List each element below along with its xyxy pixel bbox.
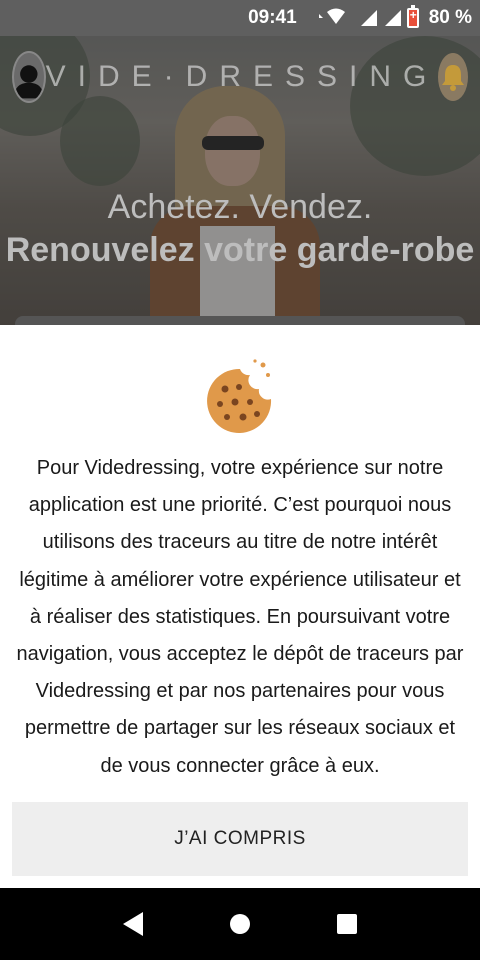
- cookie-notice-text: Pour Videdressing, votre expérience sur …: [16, 457, 464, 777]
- back-icon: [123, 912, 144, 936]
- tagline-line2: Renouvelez votre garde-robe: [5, 231, 475, 269]
- status-bar: 09:41 80 %: [0, 0, 480, 36]
- signal-icon: [360, 10, 377, 26]
- hero-tagline: Achetez. Vendez. Renouvelez votre garde-…: [0, 188, 480, 270]
- battery-percent: 80 %: [428, 7, 472, 28]
- wifi-icon: [318, 8, 345, 24]
- signal-icon-2: [384, 10, 401, 26]
- home-button[interactable]: [220, 904, 260, 944]
- brand-logo: VIDE·DRESSING: [45, 60, 439, 93]
- back-button[interactable]: [113, 904, 153, 944]
- cookie-consent-sheet: Pour Videdressing, votre expérience sur …: [0, 325, 480, 888]
- accept-cookies-button[interactable]: J’AI COMPRIS: [12, 802, 468, 876]
- home-icon: [229, 914, 250, 934]
- status-time: 09:41: [248, 7, 297, 28]
- app-header: VIDE·DRESSING: [12, 50, 468, 104]
- notifications-button[interactable]: [438, 53, 468, 101]
- status-icons: [315, 5, 423, 28]
- recents-icon: [336, 914, 357, 934]
- profile-button[interactable]: [12, 51, 46, 103]
- battery-icon: [406, 5, 419, 28]
- cookie-icon: [205, 357, 275, 433]
- user-icon: [14, 65, 44, 99]
- system-nav-bar: [0, 888, 480, 960]
- bell-icon: [442, 65, 465, 91]
- recents-button[interactable]: [327, 904, 367, 944]
- tagline-line1: Achetez. Vendez.: [107, 188, 373, 226]
